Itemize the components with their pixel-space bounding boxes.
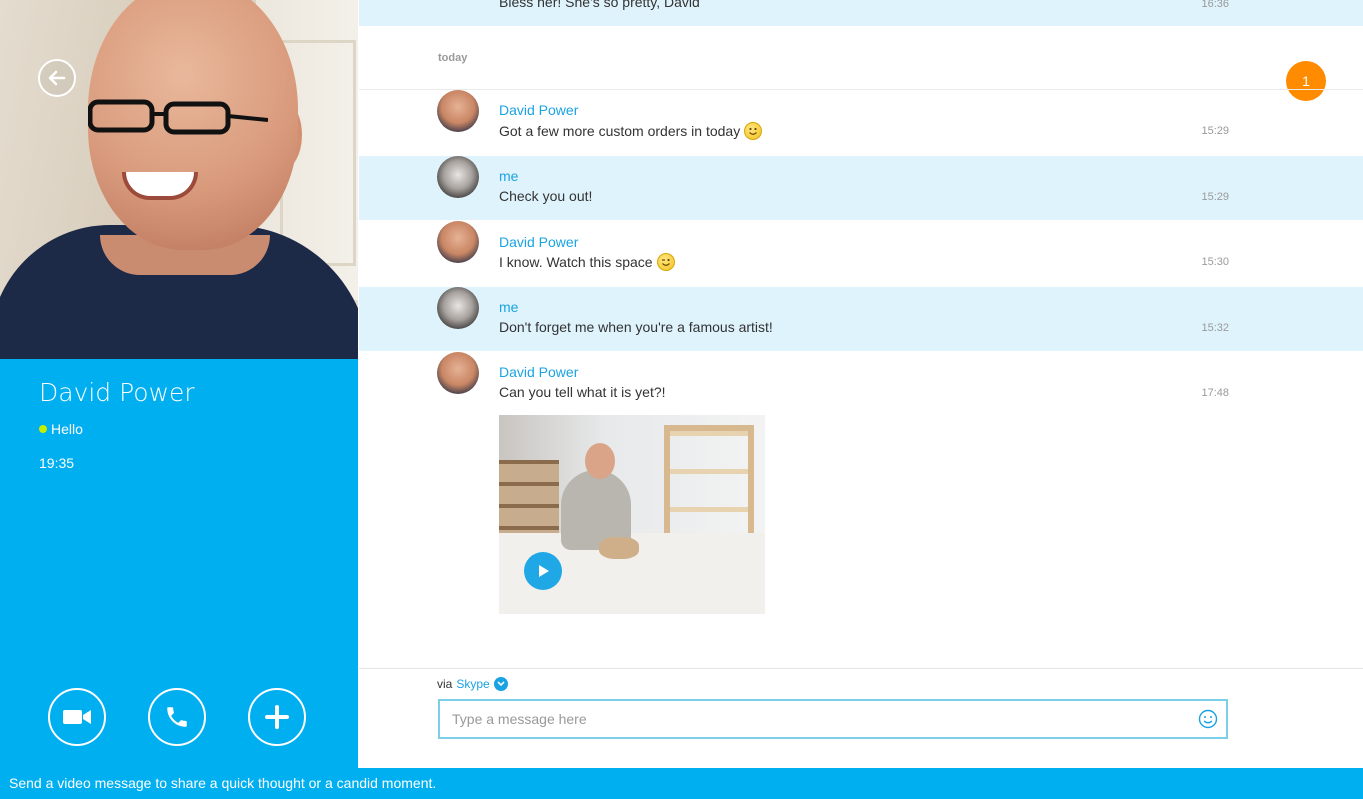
- play-button[interactable]: [524, 552, 562, 590]
- previous-message-row: Bless her! She's so pretty, David 16:36: [359, 0, 1363, 26]
- message-body: I know. Watch this space: [499, 253, 675, 271]
- message-body: Got a few more custom orders in today: [499, 122, 763, 140]
- avatar[interactable]: [437, 90, 479, 132]
- via-service[interactable]: Skype: [456, 677, 489, 691]
- phone-icon: [167, 707, 187, 727]
- status-message: Hello: [51, 421, 83, 437]
- contact-local-time: 19:35: [39, 455, 75, 471]
- online-status-dot: [39, 425, 47, 433]
- chevron-down-icon[interactable]: [493, 677, 508, 691]
- message-text: Check you out!: [499, 188, 593, 204]
- voice-call-button[interactable]: [148, 688, 206, 746]
- message-text: Got a few more custom orders in today: [499, 123, 741, 139]
- message-input-box[interactable]: [438, 699, 1228, 739]
- message-input[interactable]: [440, 701, 1204, 737]
- message-sender[interactable]: David Power: [499, 102, 578, 118]
- via-label: via: [437, 677, 453, 691]
- message-sender[interactable]: David Power: [499, 364, 578, 380]
- message-text: I know. Watch this space: [499, 254, 653, 270]
- hint-text: Send a video message to share a quick th…: [9, 775, 437, 791]
- add-button[interactable]: [248, 688, 306, 746]
- message-row: me Don't forget me when you're a famous …: [359, 287, 1363, 351]
- message-row: me Check you out! 15:29: [359, 156, 1363, 220]
- message-text: Can you tell what it is yet?!: [499, 384, 666, 400]
- message-sender[interactable]: David Power: [499, 234, 578, 250]
- message-time: 16:36: [1201, 0, 1229, 10]
- arrow-left-icon: [48, 70, 66, 86]
- hint-bar: Send a video message to share a quick th…: [0, 768, 1363, 799]
- conversation-pane[interactable]: Bless her! She's so pretty, David 16:36 …: [359, 0, 1363, 768]
- plus-icon: [265, 705, 289, 729]
- contact-pane: David Power Hello 19:35: [0, 0, 358, 768]
- divider: [359, 668, 1363, 669]
- smile-emoji-icon: [744, 122, 763, 140]
- message-sender[interactable]: me: [499, 168, 518, 184]
- day-separator: today: [438, 52, 468, 64]
- avatar[interactable]: [437, 156, 479, 198]
- video-camera-icon: [63, 710, 91, 724]
- message-text: Don't forget me when you're a famous art…: [499, 319, 773, 335]
- back-button[interactable]: [38, 59, 76, 97]
- message-time: 15:30: [1201, 256, 1229, 268]
- contact-status: Hello: [39, 421, 83, 437]
- message-time: 15:29: [1201, 125, 1229, 137]
- avatar[interactable]: [437, 287, 479, 329]
- contact-name: David Power: [39, 378, 195, 407]
- message-sender[interactable]: me: [499, 299, 518, 315]
- wink-emoji-icon: [656, 253, 675, 271]
- message-row: David Power Got a few more custom orders…: [359, 90, 1363, 155]
- video-message-thumbnail[interactable]: [499, 415, 765, 614]
- play-icon: [539, 565, 549, 577]
- message-row: David Power I know. Watch this space 15:…: [359, 221, 1363, 286]
- avatar[interactable]: [437, 352, 479, 394]
- message-time: 15:32: [1201, 322, 1229, 334]
- emoticon-icon[interactable]: [1198, 709, 1218, 729]
- message-text: Bless her! She's so pretty, David: [499, 0, 700, 10]
- avatar[interactable]: [437, 221, 479, 263]
- message-time: 17:48: [1201, 387, 1229, 399]
- video-call-button[interactable]: [48, 688, 106, 746]
- message-time: 15:29: [1201, 191, 1229, 203]
- contact-photo: [0, 0, 358, 359]
- send-via-selector[interactable]: via Skype: [437, 677, 508, 691]
